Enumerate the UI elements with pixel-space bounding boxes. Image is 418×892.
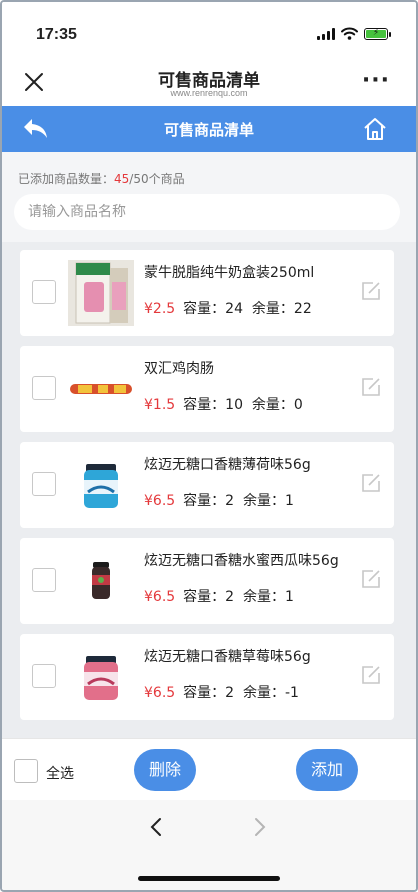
battery-icon: ⚡ [364, 27, 391, 40]
item-checkbox[interactable] [32, 280, 56, 304]
item-capacity: 容量：2 [183, 493, 235, 509]
wifi-icon [341, 27, 358, 40]
product-list[interactable]: 蒙牛脱脂纯牛奶盒装250ml ¥2.5 容量：24 余量：22 双汇鸡肉肠 ¥1.… [2, 242, 416, 742]
item-checkbox[interactable] [32, 664, 56, 688]
item-stock: 余量：1 [243, 589, 294, 605]
item-capacity: 容量：10 [183, 397, 243, 413]
status-bar: 17:35 ⚡ [2, 2, 416, 62]
search-input[interactable]: 请输入商品名称 [14, 194, 400, 230]
item-price: ¥6.5 [144, 685, 176, 701]
edit-icon[interactable] [360, 280, 382, 302]
nav-bar: 可售商品清单 [2, 106, 416, 152]
browser-toolbar [2, 800, 416, 890]
content-area: 已添加商品数量：45/50个商品 请输入商品名称 蒙牛脱脂纯牛奶盒装250ml … [2, 152, 416, 742]
item-price: ¥1.5 [144, 397, 176, 413]
status-icons: ⚡ [317, 27, 391, 40]
list-item[interactable]: 炫迈无糖口香糖薄荷味56g ¥6.5 容量：2 余量：1 [20, 442, 394, 528]
milk-carton-icon [68, 260, 134, 326]
signal-icon [317, 27, 335, 40]
item-stock: 余量：1 [243, 493, 294, 509]
phone-frame: 17:35 ⚡ 可售商品清单 www.renrenqu.com ··· 可售商品… [0, 0, 418, 892]
select-all-label[interactable]: 全选 [46, 763, 74, 783]
list-item[interactable]: 炫迈无糖口香糖水蜜西瓜味56g ¥6.5 容量：2 余量：1 [20, 538, 394, 624]
sausage-icon [70, 384, 132, 394]
item-capacity: 容量：2 [183, 589, 235, 605]
item-capacity: 容量：24 [183, 301, 243, 317]
item-name: 炫迈无糖口香糖薄荷味56g [144, 457, 311, 473]
item-name: 炫迈无糖口香糖水蜜西瓜味56g [144, 553, 339, 569]
edit-icon[interactable] [360, 568, 382, 590]
item-checkbox[interactable] [32, 376, 56, 400]
item-stock: 余量：-1 [243, 685, 299, 701]
item-name: 双汇鸡肉肠 [144, 361, 214, 377]
status-time: 17:35 [36, 26, 77, 43]
item-count-text: 已添加商品数量：45/50个商品 [18, 172, 185, 186]
list-item[interactable]: 炫迈无糖口香糖草莓味56g ¥6.5 容量：2 余量：-1 [20, 634, 394, 720]
item-checkbox[interactable] [32, 472, 56, 496]
item-price: ¥2.5 [144, 301, 176, 317]
gum-jar-strawberry-icon [84, 656, 118, 700]
chevron-right-icon[interactable] [252, 816, 268, 838]
item-price: ¥6.5 [144, 589, 176, 605]
edit-icon[interactable] [360, 472, 382, 494]
item-checkbox[interactable] [32, 568, 56, 592]
item-count-number: 45 [114, 172, 130, 186]
add-button[interactable]: 添加 [296, 749, 358, 791]
item-name: 蒙牛脱脂纯牛奶盒装250ml [144, 265, 315, 281]
chevron-left-icon[interactable] [148, 816, 164, 838]
home-icon[interactable] [362, 116, 388, 142]
item-price: ¥6.5 [144, 493, 176, 509]
home-indicator [138, 876, 280, 881]
edit-icon[interactable] [360, 376, 382, 398]
select-all-checkbox[interactable] [14, 759, 38, 783]
gum-jar-mint-icon [84, 464, 118, 508]
page-subtitle: www.renrenqu.com [170, 88, 248, 98]
item-stock: 余量：0 [251, 397, 303, 413]
nav-title: 可售商品清单 [163, 121, 254, 139]
list-item[interactable]: 双汇鸡肉肠 ¥1.5 容量：10 余量：0 [20, 346, 394, 432]
app-header: 可售商品清单 www.renrenqu.com ··· [2, 62, 416, 106]
delete-button[interactable]: 删除 [134, 749, 196, 791]
item-name: 炫迈无糖口香糖草莓味56g [144, 649, 311, 665]
item-capacity: 容量：2 [183, 685, 235, 701]
edit-icon[interactable] [360, 664, 382, 686]
gum-jar-watermelon-icon [92, 562, 110, 599]
item-stock: 余量：22 [251, 301, 312, 317]
more-icon[interactable]: ··· [362, 70, 390, 92]
list-item[interactable]: 蒙牛脱脂纯牛奶盒装250ml ¥2.5 容量：24 余量：22 [20, 250, 394, 336]
action-bar: 全选 删除 添加 [2, 738, 416, 800]
